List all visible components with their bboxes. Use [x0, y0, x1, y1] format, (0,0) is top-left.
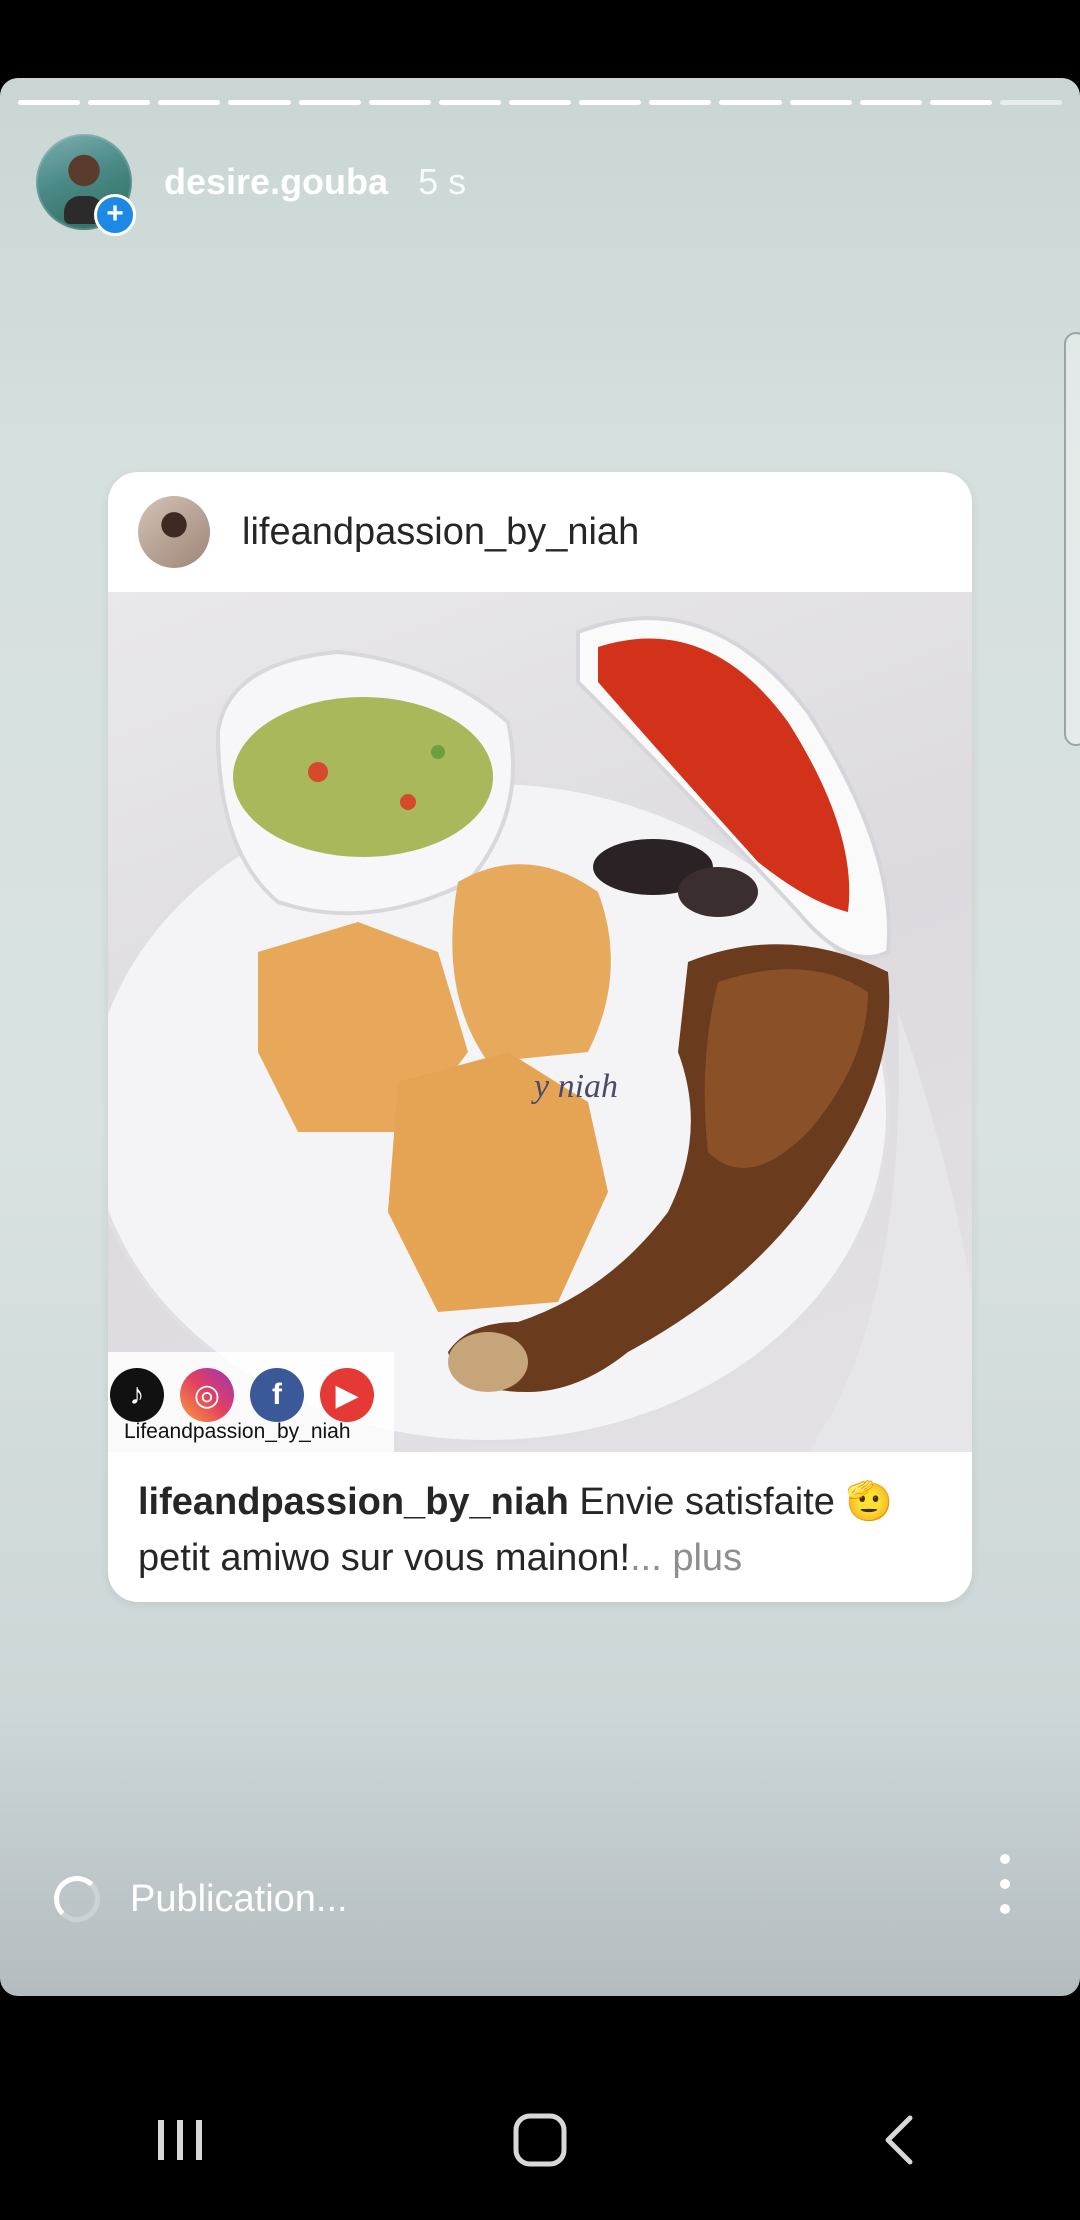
post-avatar[interactable] [138, 496, 210, 568]
caption-more-link[interactable]: plus [672, 1537, 742, 1579]
home-icon [513, 2113, 567, 2167]
avatar[interactable]: + [36, 134, 136, 236]
plus-icon[interactable]: + [94, 194, 136, 236]
story-time: 5 s [418, 161, 467, 202]
more-vertical-icon[interactable] [990, 1854, 1020, 1914]
back-icon [885, 2115, 913, 2165]
progress-segment [88, 100, 151, 105]
back-button[interactable] [840, 2100, 960, 2180]
progress-segment [649, 100, 712, 105]
progress-segment [929, 100, 992, 105]
progress-segment [508, 100, 572, 105]
progress-segment [719, 100, 782, 105]
progress-segment [579, 100, 642, 105]
progress-segment [438, 100, 501, 105]
system-nav-bar [0, 2060, 1080, 2220]
post-header: lifeandpassion_by_niah [108, 472, 972, 592]
publishing-label: Publication... [130, 1877, 348, 1920]
recents-icon [158, 2120, 202, 2160]
progress-segment [228, 100, 291, 105]
story-progress-bar [18, 100, 1063, 105]
progress-segment [859, 100, 922, 105]
youtube-icon: ▶ [320, 1368, 374, 1422]
progress-segment [368, 100, 431, 105]
side-panel-handle[interactable] [1064, 332, 1080, 746]
post-username[interactable]: lifeandpassion_by_niah [242, 511, 639, 554]
recents-button[interactable] [120, 2100, 240, 2180]
instagram-icon: ◎ [180, 1368, 234, 1422]
facebook-icon: f [250, 1368, 304, 1422]
caption-ellipsis: ... [630, 1537, 662, 1579]
image-watermark: y niah [534, 1068, 619, 1105]
loading-spinner-icon [54, 1876, 100, 1922]
story-header: + desire.gouba 5 s [36, 134, 467, 236]
food-photo-illustration [108, 616, 972, 1452]
story-username[interactable]: desire.gouba [164, 161, 388, 203]
publishing-status: Publication... [54, 1876, 348, 1922]
tiktok-icon: ♪ [110, 1368, 164, 1422]
caption-username[interactable]: lifeandpassion_by_niah [138, 1481, 569, 1523]
progress-segment [999, 100, 1063, 105]
progress-segment [789, 100, 852, 105]
story-view[interactable]: + desire.gouba 5 s lifeandpassion_by_nia… [0, 78, 1080, 1996]
shared-post-card[interactable]: lifeandpassion_by_niah y niah ♪ ◎ f ▶ Li… [108, 472, 972, 1602]
post-caption[interactable]: lifeandpassion_by_niah Envie satisfaite … [108, 1452, 972, 1586]
progress-segment [158, 100, 221, 105]
progress-segment [298, 100, 361, 105]
social-handle-label: Lifeandpassion_by_niah [124, 1420, 351, 1443]
home-button[interactable] [480, 2100, 600, 2180]
progress-segment [18, 100, 81, 105]
post-image[interactable]: y niah ♪ ◎ f ▶ Lifeandpassion_by_niah [108, 592, 972, 1452]
social-strip: ♪ ◎ f ▶ Lifeandpassion_by_niah [108, 1352, 394, 1452]
